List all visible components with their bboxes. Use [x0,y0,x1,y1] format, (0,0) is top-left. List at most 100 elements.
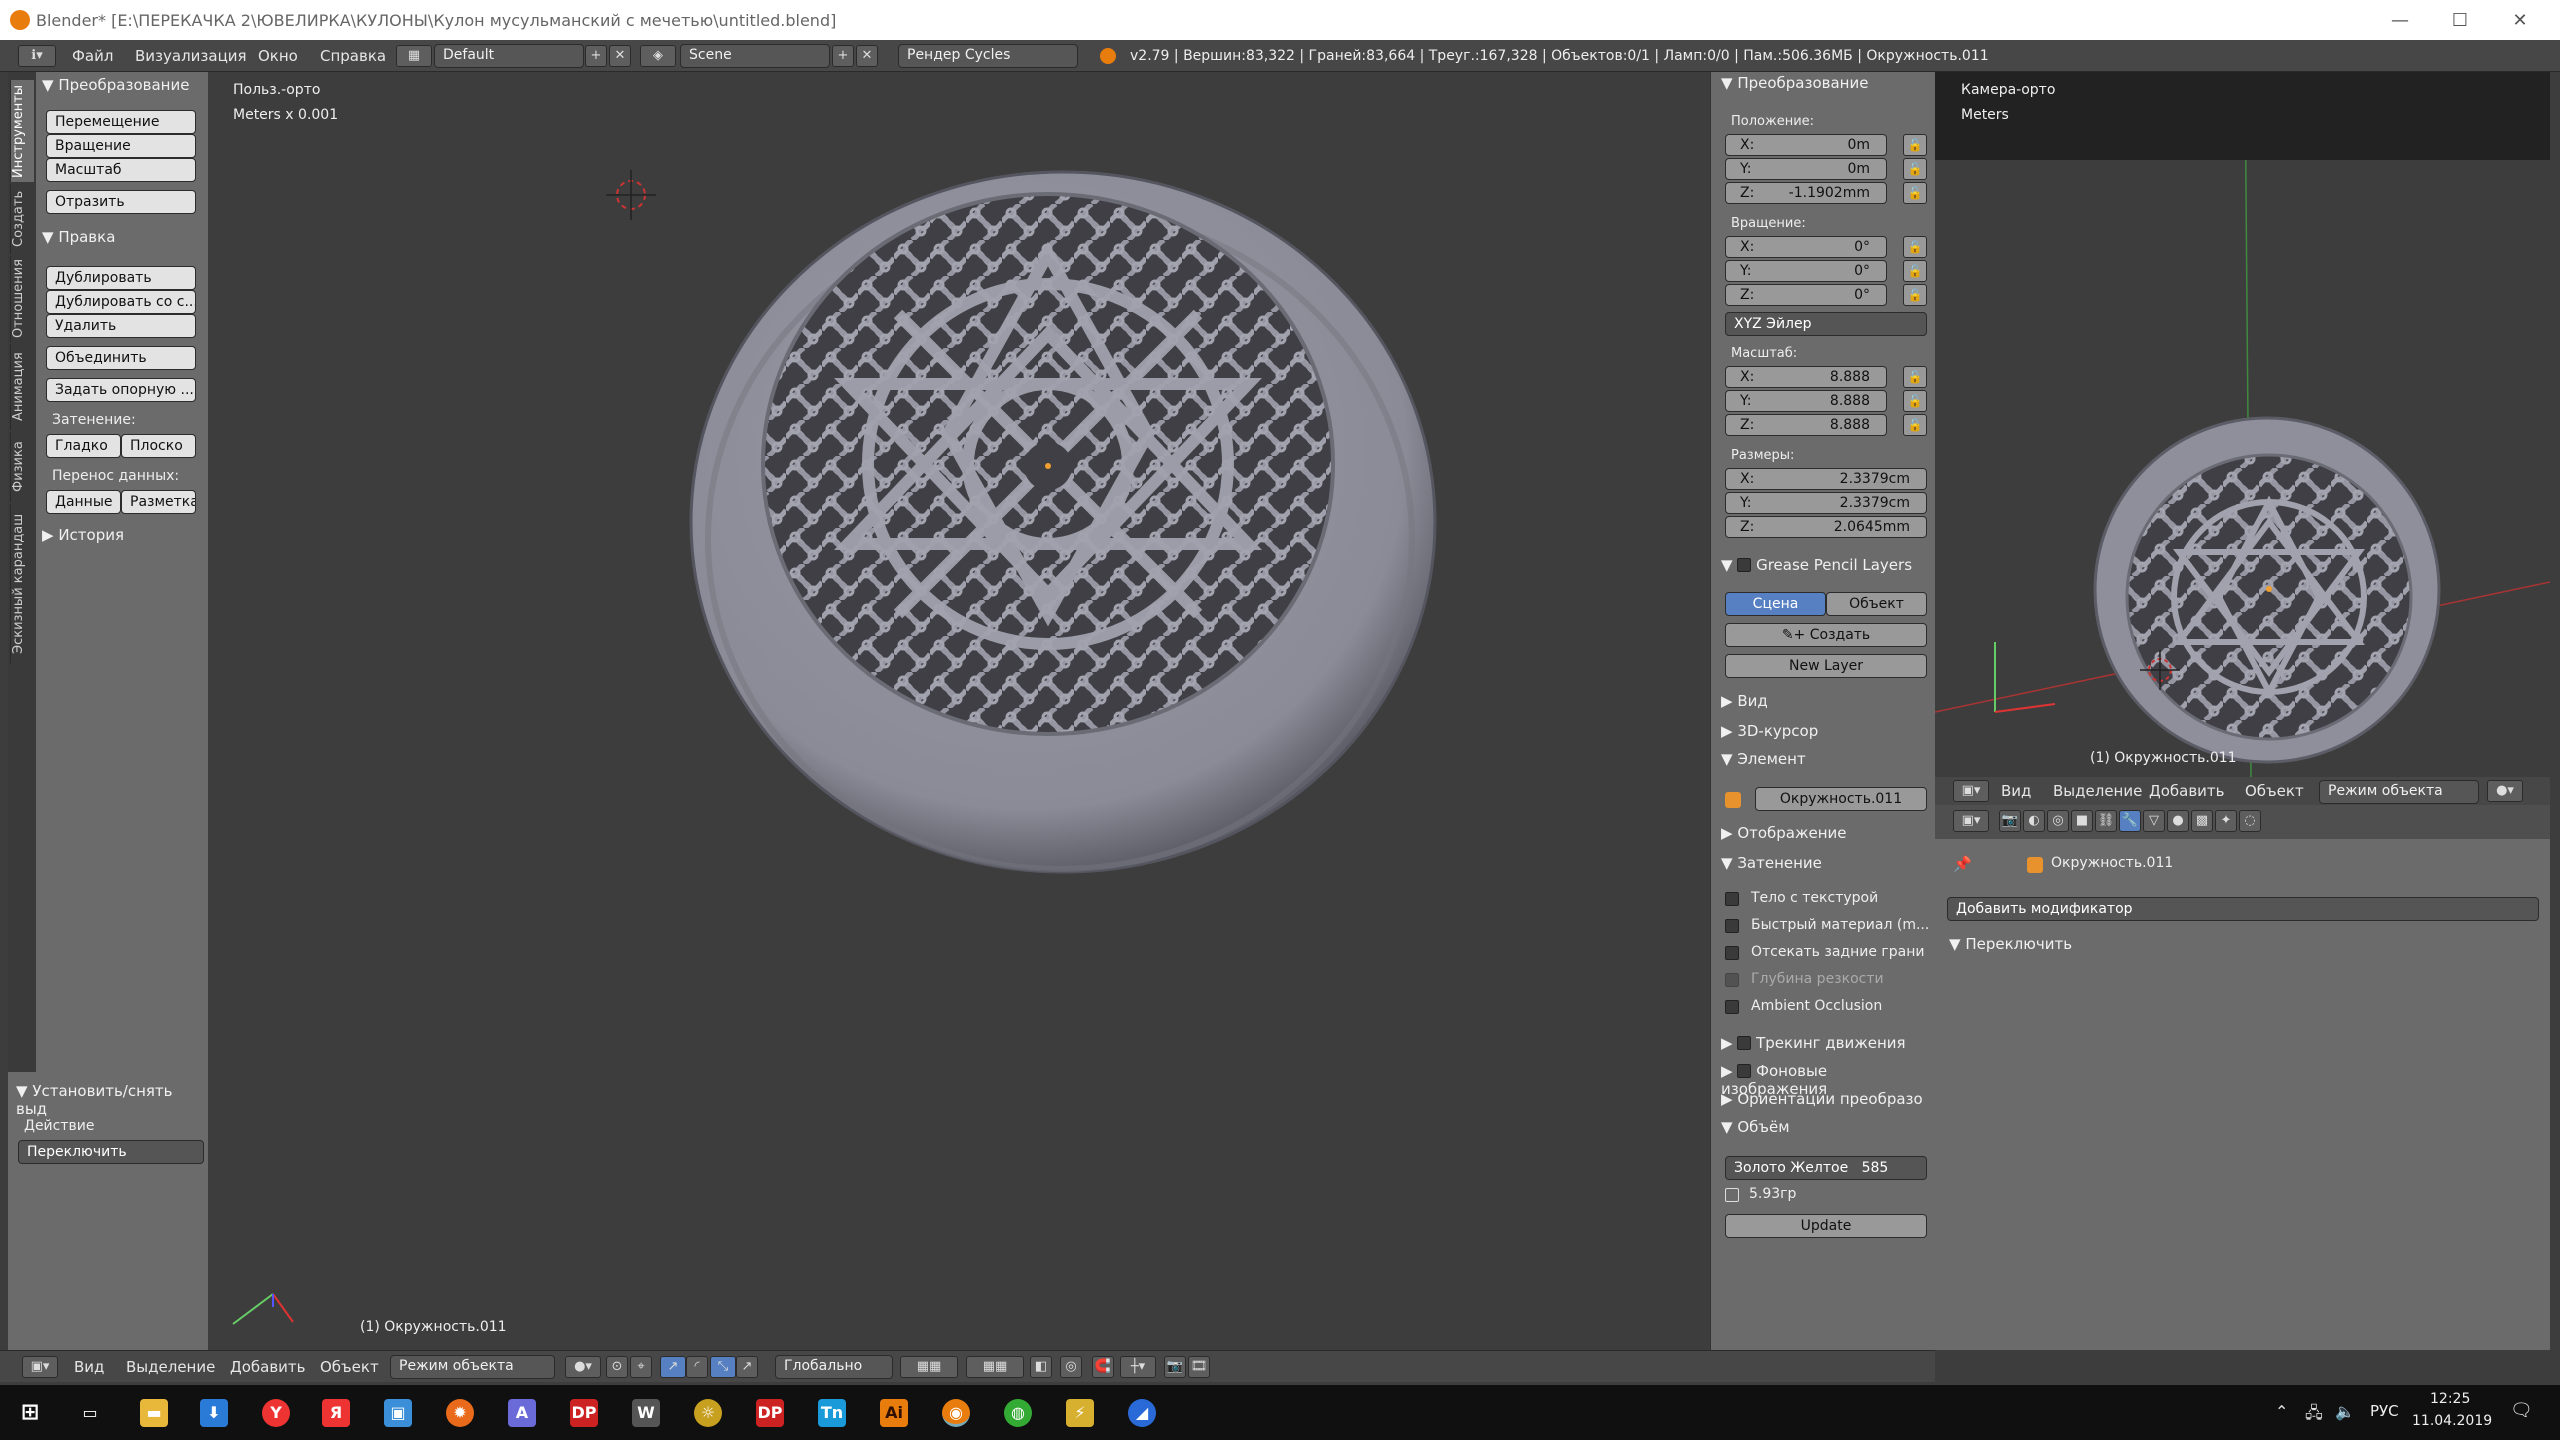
grease-pencil-header[interactable]: ▼ Grease Pencil Layers [1721,556,1912,574]
monitor-app-icon[interactable]: ▣ [384,1399,412,1427]
dimension-x-field[interactable]: X: 2.3379cm [1725,468,1927,490]
blender-taskbar-icon[interactable]: ◉ [942,1399,970,1427]
layout-add-icon[interactable]: + [585,45,607,67]
view-panel-header[interactable]: ▶ Вид [1721,692,1768,710]
lock-icon[interactable]: 🔓 [1903,236,1927,258]
edit-panel-header[interactable]: ▼ Правка [42,228,115,246]
layout-field[interactable]: Default [434,44,584,68]
mirror-button[interactable]: Отразить [46,190,196,214]
network-icon[interactable]: 🖧 [2305,1402,2323,1429]
move-button[interactable]: Перемещение [46,110,196,134]
ao-checkbox[interactable] [1725,1000,1739,1014]
object-tab-icon[interactable]: ■ [2071,810,2093,832]
transform-panel-header[interactable]: ▼ Преобразование [42,76,189,94]
scale-x-field[interactable]: X: 8.888 [1725,366,1887,388]
cam-mode-dropdown[interactable]: Режим объекта [2319,780,2479,804]
layout-remove-icon[interactable]: ✕ [609,45,631,67]
pivot-icon[interactable]: ⊙ [606,1356,628,1378]
lock-icon[interactable]: 🔓 [1903,134,1927,156]
backface-culling-checkbox[interactable] [1725,946,1739,960]
gp-create-button[interactable]: ✎+ Создать [1725,623,1927,647]
snap-icon[interactable]: 🧲 [1092,1356,1114,1378]
render-tab-icon[interactable]: 📷 [1999,810,2021,832]
dimension-y-field[interactable]: Y: 2.3379cm [1725,492,1927,514]
transform-orientations-header[interactable]: ▶ Ориентации преобразо [1721,1090,1931,1108]
tab-grease-pencil[interactable]: Эскизный карандаш [10,504,34,664]
translate-manipulator-icon[interactable]: ↗ [660,1356,686,1378]
proportional-editing-icon[interactable]: ◎ [1060,1356,1082,1378]
cam-menu-select[interactable]: Выделение [2053,782,2142,800]
viewport-shading-icon[interactable]: ●▾ [2487,780,2523,802]
join-button[interactable]: Объединить [46,346,196,370]
data-tab-icon[interactable]: ▽ [2143,810,2165,832]
editor-type-icon[interactable]: ▣▾ [1953,780,1989,802]
task-view-icon[interactable]: ▭ [76,1399,104,1427]
world-tab-icon[interactable]: ◎ [2047,810,2069,832]
close-icon[interactable]: ✕ [2490,0,2550,40]
smooth-button[interactable]: Гладко [46,434,121,458]
lock-icon[interactable]: 🔓 [1903,366,1927,388]
snap-element-icon[interactable]: ┼▾ [1120,1356,1156,1378]
camera-scene[interactable] [1935,72,2550,777]
dp-app-icon[interactable]: DP [570,1399,598,1427]
textured-solid-checkbox[interactable] [1725,892,1739,906]
windows-start-icon[interactable]: ⊞ [16,1399,44,1427]
manipulator-icon[interactable]: ⌖ [630,1356,652,1378]
layers-icon[interactable]: ▦▦ [900,1356,958,1378]
display-panel-header[interactable]: ▶ Отображение [1721,824,1847,842]
gp-new-layer-button[interactable]: New Layer [1725,654,1927,678]
shading-panel-header[interactable]: ▼ Затенение [1721,854,1822,872]
toggle-panel-header[interactable]: ▼ Переключить [1949,935,2072,953]
flat-button[interactable]: Плоско [121,434,196,458]
lock-icon[interactable]: 🔓 [1903,260,1927,282]
app-icon[interactable]: ⬇ [200,1399,228,1427]
rotate-manipulator-icon[interactable]: ◜ [686,1356,708,1378]
constraints-tab-icon[interactable]: ⛓ [2095,810,2117,832]
cam-menu-add[interactable]: Добавить [2149,782,2225,800]
set-origin-dropdown[interactable]: Задать опорную ... [46,378,196,402]
lock-icon[interactable]: 🔓 [1903,414,1927,436]
3d-cursor-icon[interactable] [2140,650,2180,690]
material-tab-icon[interactable]: ● [2167,810,2189,832]
menu-object[interactable]: Объект [320,1358,379,1376]
action-dropdown[interactable]: Переключить [18,1140,204,1164]
delete-button[interactable]: Удалить [46,314,196,338]
lock-icon[interactable]: 🔓 [1903,182,1927,204]
duplicate-button[interactable]: Дублировать [46,266,196,290]
app-icon[interactable]: ◢ [1128,1399,1156,1427]
viewport-shading-icon[interactable]: ●▾ [565,1356,601,1378]
clock-date[interactable]: 11.04.2019 [2412,1413,2492,1429]
3d-cursor-icon[interactable] [606,170,656,220]
file-explorer-icon[interactable]: ▬ [140,1399,168,1427]
cam-menu-object[interactable]: Объект [2245,782,2304,800]
chevron-up-icon[interactable]: ⌃ [2275,1402,2288,1421]
motion-tracking-header[interactable]: ▶ Трекинг движения [1721,1034,1906,1052]
material-dropdown[interactable]: Золото Желтое 585 [1725,1156,1927,1180]
update-button[interactable]: Update [1725,1214,1927,1238]
pin-icon[interactable]: 📌 [1953,855,1972,873]
checkbox-icon[interactable] [1737,1036,1752,1050]
menu-file[interactable]: Файл [72,47,113,65]
scale-y-field[interactable]: Y: 8.888 [1725,390,1887,412]
volume-icon[interactable]: 🔈 [2335,1402,2355,1421]
app-icon[interactable]: ⚡ [1066,1399,1094,1427]
physics-tab-icon[interactable]: ◌ [2239,810,2261,832]
rotation-y-field[interactable]: Y: 0° [1725,260,1887,282]
notifications-icon[interactable]: 🗨 [2510,1400,2533,1421]
opengl-anim-icon[interactable]: 🎞 [1188,1356,1210,1378]
yandex-icon[interactable]: Я [322,1399,350,1427]
checkbox-icon[interactable] [1737,558,1752,572]
duplicate-linked-button[interactable]: Дублировать со с... [46,290,196,314]
location-y-field[interactable]: Y: 0m [1725,158,1887,180]
3d-viewport[interactable]: Польз.-орто Meters x 0.001 (1) Окружност… [208,72,1710,1350]
info-editor-icon[interactable]: ℹ▾ [18,45,56,67]
object-name-field[interactable]: Окружность.011 [1755,787,1927,811]
language-indicator[interactable]: РУС [2370,1402,2399,1420]
menu-select[interactable]: Выделение [126,1358,215,1376]
maximize-icon[interactable]: ☐ [2430,0,2490,40]
add-modifier-dropdown[interactable]: Добавить модификатор [1947,897,2539,921]
scene-remove-icon[interactable]: ✕ [856,45,878,67]
camera-viewport[interactable]: (1) Окружность.011 [1935,72,2550,777]
dof-checkbox[interactable] [1725,973,1739,987]
opengl-render-icon[interactable]: 📷 [1164,1356,1186,1378]
